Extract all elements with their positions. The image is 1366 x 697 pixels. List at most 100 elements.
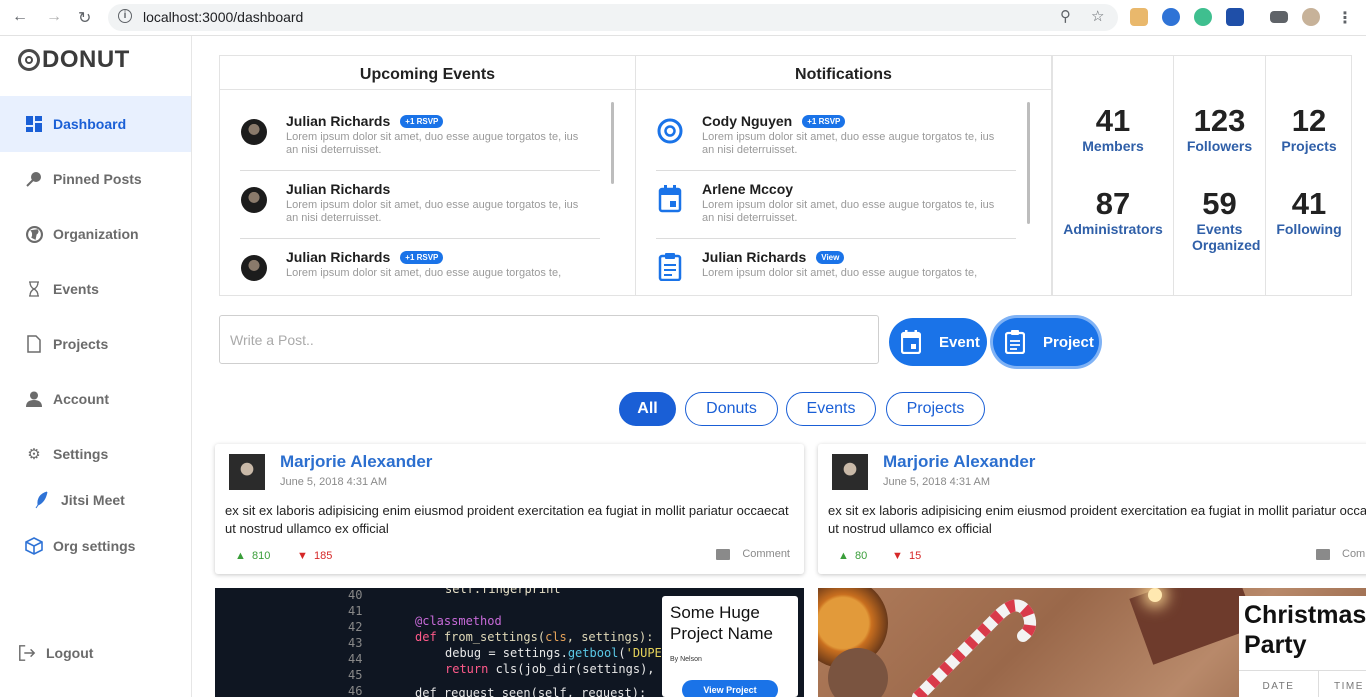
rsvp-badge[interactable]: +1 RSVP — [802, 115, 846, 128]
filter-events[interactable]: Events — [786, 392, 876, 426]
avatar[interactable] — [229, 454, 265, 490]
event-organizer-name: Julian Richards — [286, 113, 391, 129]
stat-projects[interactable]: 12 Projects — [1266, 104, 1352, 155]
cube-icon — [25, 537, 43, 555]
list-item[interactable]: Julian Richards +1 RSVP Lorem ipsum dolor… — [240, 103, 600, 171]
project-button-label: Project — [1043, 333, 1094, 351]
stat-value: 41 — [1291, 186, 1327, 221]
url-text: localhost:3000/dashboard — [143, 9, 304, 25]
downvote-count: 15 — [909, 550, 922, 562]
downvote-button[interactable]: ▼ 185 — [297, 550, 332, 562]
downvote-count: 185 — [314, 550, 333, 562]
post-author[interactable]: Marjorie Alexander — [883, 452, 1035, 472]
upcoming-events-title: Upcoming Events — [359, 66, 496, 83]
brand-logo[interactable]: DONUT — [18, 46, 130, 74]
stat-following[interactable]: 41 Following — [1266, 186, 1352, 238]
sidebar-item-dashboard[interactable]: Dashboard — [0, 96, 191, 152]
sidebar-item-account[interactable]: Account — [0, 371, 191, 427]
sidebar-item-org-settings[interactable]: Org settings — [0, 518, 191, 574]
view-badge[interactable]: View — [816, 251, 845, 264]
rsvp-badge[interactable]: +1 RSVP — [400, 115, 444, 128]
notification-name: Arlene Mccoy — [702, 181, 794, 197]
clipboard-icon — [1005, 330, 1025, 354]
brand-name: DONUT — [42, 46, 130, 73]
feather-icon — [33, 491, 51, 509]
bookmark-star-icon[interactable]: ☆ — [1091, 7, 1104, 25]
filter-projects[interactable]: Projects — [886, 392, 985, 426]
sidebar: DONUT Dashboard Pinned Posts Organizatio… — [0, 36, 192, 697]
info-icon[interactable]: i — [118, 9, 132, 23]
upvote-button[interactable]: ▲ 810 — [235, 550, 270, 562]
stat-members[interactable]: 41 Members — [1053, 104, 1173, 155]
globe-icon — [25, 225, 43, 243]
extension-icon[interactable] — [1130, 8, 1148, 26]
downvote-icon: ▼ — [297, 550, 308, 562]
post-author[interactable]: Marjorie Alexander — [280, 452, 432, 472]
downvote-button[interactable]: ▼ 15 — [892, 550, 921, 562]
post-body: ex sit ex laboris adipisicing enim eiusm… — [225, 503, 789, 536]
reload-icon[interactable]: ↻ — [78, 8, 91, 28]
event-description: Lorem ipsum dolor sit amet, duo esse aug… — [286, 267, 562, 279]
downvote-icon: ▼ — [892, 550, 903, 562]
event-time-label: TIME — [1319, 670, 1366, 697]
logout-icon — [18, 644, 36, 662]
sidebar-item-label: Settings — [53, 446, 109, 462]
list-item[interactable]: Julian Richards Lorem ipsum dolor sit am… — [240, 171, 600, 239]
list-item[interactable]: Julian Richards View Lorem ipsum dolor si… — [656, 239, 1016, 295]
event-description: Lorem ipsum dolor sit amet, duo esse aug… — [286, 131, 579, 156]
sidebar-item-events[interactable]: Events — [0, 261, 191, 317]
stat-followers[interactable]: 123 Followers — [1174, 103, 1265, 155]
list-item[interactable]: Julian Richards +1 RSVP Lorem ipsum dolor… — [240, 239, 600, 295]
browser-menu-icon[interactable]: ⋮ — [1337, 8, 1353, 28]
logout-label: Logout — [46, 644, 94, 661]
post-input[interactable] — [219, 315, 879, 364]
create-event-button[interactable]: Event — [889, 318, 987, 366]
notification-text: Lorem ipsum dolor sit amet, duo esse aug… — [702, 131, 995, 156]
comment-button[interactable]: Comment — [716, 548, 790, 560]
post-date: June 5, 2018 4:31 AM — [883, 476, 991, 488]
stat-events-organized[interactable]: 59 Events Organized — [1174, 187, 1265, 254]
event-organizer-name: Julian Richards — [286, 249, 391, 265]
stat-value: 123 — [1193, 103, 1246, 138]
sidebar-item-organization[interactable]: Organization — [0, 206, 191, 262]
extension-icon[interactable] — [1226, 8, 1244, 26]
address-bar[interactable]: i localhost:3000/dashboard ⚲ ☆ — [108, 4, 1118, 31]
scrollbar[interactable] — [611, 102, 614, 184]
notification-text: Lorem ipsum dolor sit amet, duo esse aug… — [702, 267, 978, 279]
media-queue-icon[interactable] — [1270, 11, 1288, 23]
stat-label: Following — [1276, 221, 1342, 237]
sidebar-item-pinned-posts[interactable]: Pinned Posts — [0, 151, 191, 207]
logout-button[interactable]: Logout — [0, 624, 191, 680]
upvote-count: 80 — [855, 550, 868, 562]
upvote-button[interactable]: ▲ 80 — [838, 550, 867, 562]
comment-button[interactable]: Comment — [1316, 548, 1366, 560]
stat-administrators[interactable]: 87 Administrators — [1053, 187, 1173, 238]
back-icon[interactable]: ← — [12, 8, 28, 26]
list-item[interactable]: Arlene Mccoy Lorem ipsum dolor sit amet,… — [656, 171, 1016, 239]
gear-icon: ⚙ — [27, 446, 41, 463]
list-item[interactable]: Cody Nguyen +1 RSVP Lorem ipsum dolor sit… — [656, 103, 1016, 171]
feature-event-card[interactable]: Christmas Party DATE TIME — [818, 588, 1366, 697]
forward-icon[interactable]: → — [46, 8, 62, 26]
file-icon — [25, 335, 43, 353]
filter-donuts[interactable]: Donuts — [685, 392, 778, 426]
filter-all[interactable]: All — [619, 392, 676, 426]
dashboard-icon — [25, 115, 43, 133]
sidebar-item-projects[interactable]: Projects — [0, 316, 191, 372]
project-author: By Nelson — [670, 656, 702, 663]
extension-icon[interactable] — [1194, 8, 1212, 26]
view-project-button[interactable]: View Project — [682, 680, 778, 697]
create-project-button[interactable]: Project — [993, 318, 1099, 366]
extension-icon[interactable] — [1162, 8, 1180, 26]
profile-avatar-icon[interactable] — [1302, 8, 1320, 26]
rsvp-badge[interactable]: +1 RSVP — [400, 251, 444, 264]
event-organizer-name: Julian Richards — [286, 181, 391, 197]
event-description: Lorem ipsum dolor sit amet, duo esse aug… — [286, 199, 579, 224]
avatar[interactable] — [832, 454, 868, 490]
comment-label: Comment — [1342, 548, 1366, 560]
feature-project-card[interactable]: 40 41 42 43 44 45 46 self.fingerprint @c… — [215, 588, 804, 697]
scrollbar[interactable] — [1027, 102, 1030, 224]
zoom-icon[interactable]: ⚲ — [1060, 7, 1071, 25]
post-body: ex sit ex laboris adipisicing enim eiusm… — [828, 503, 1366, 536]
sidebar-item-label: Organization — [53, 226, 139, 242]
